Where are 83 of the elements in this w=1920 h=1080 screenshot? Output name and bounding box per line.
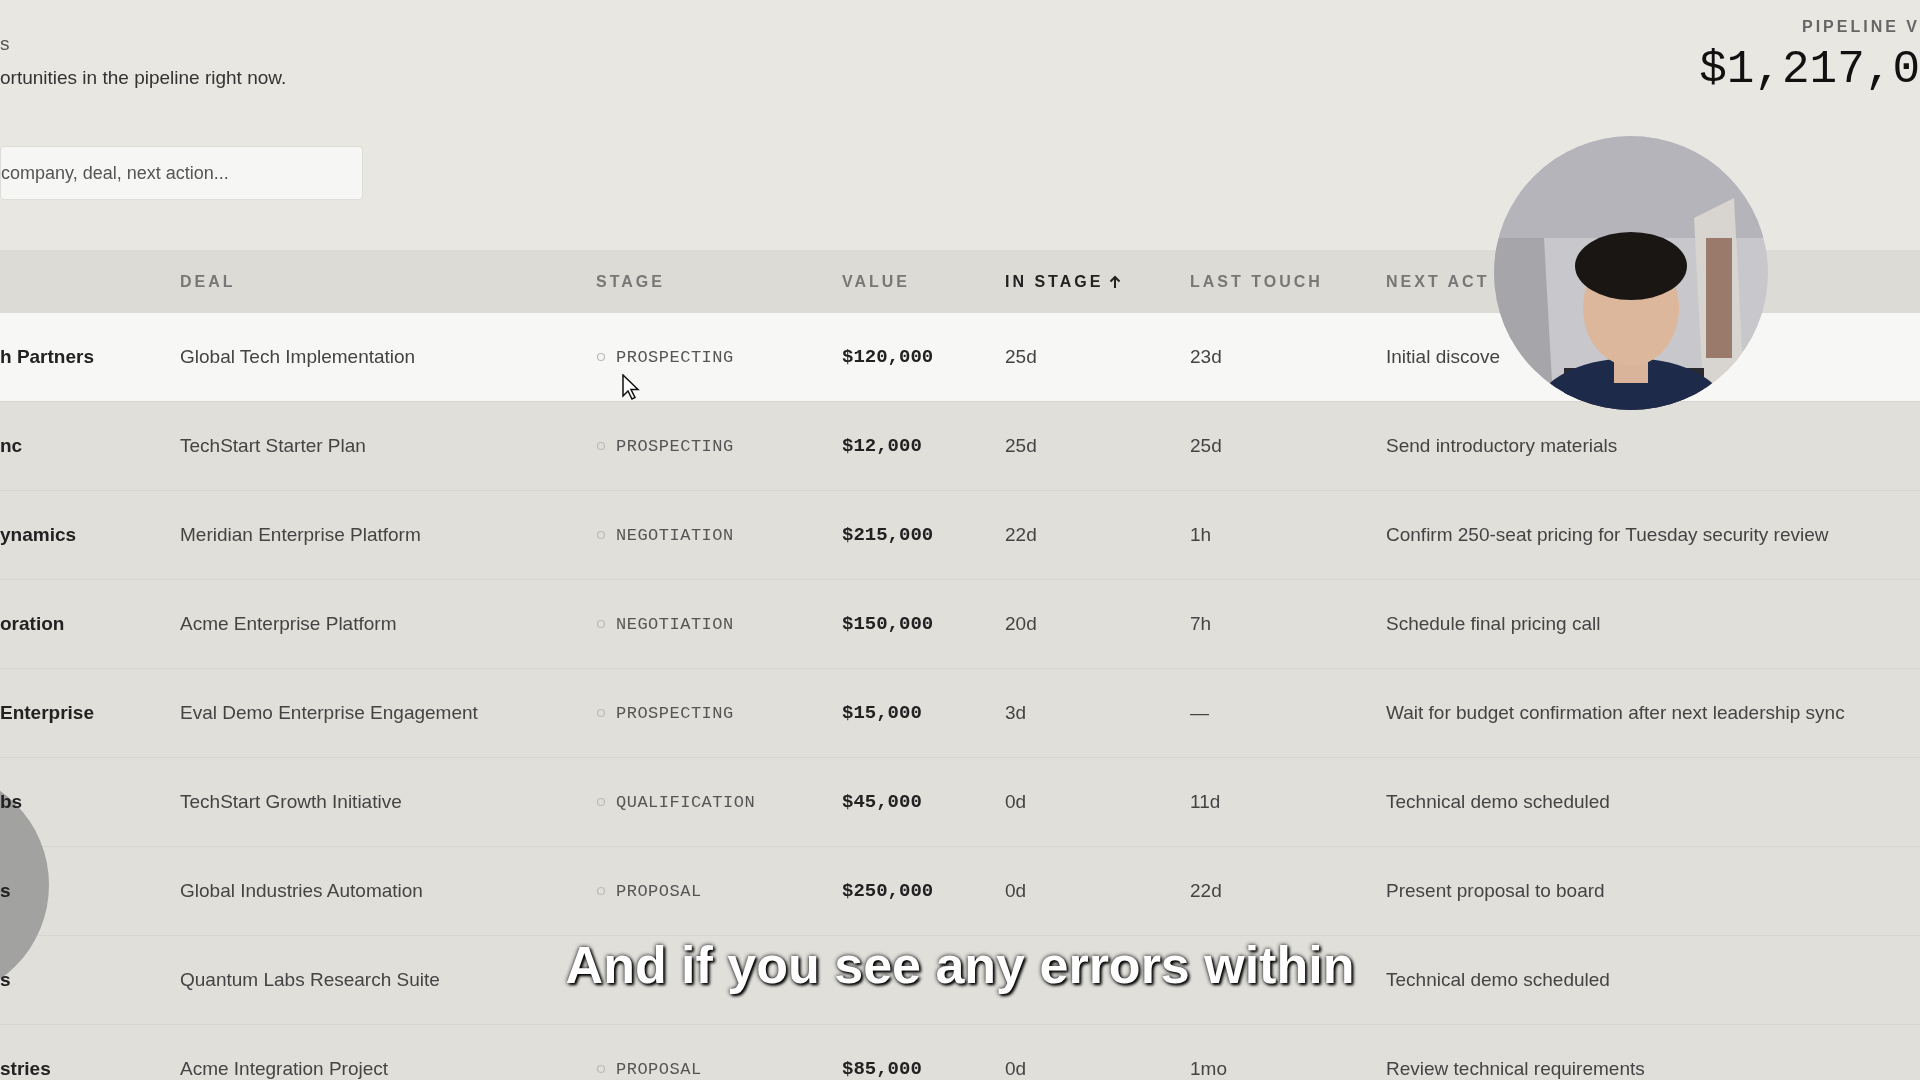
video-caption: And if you see any errors within xyxy=(565,935,1355,995)
deal-cell-text: TechStart Starter Plan xyxy=(180,435,367,457)
company-cell: stries xyxy=(0,1058,51,1080)
company-cell: ynamics xyxy=(0,524,77,546)
stage-dot-icon xyxy=(596,619,606,629)
stage-cell: NEGOTIATION xyxy=(616,525,734,545)
value-cell-text: $15,000 xyxy=(842,702,923,724)
pipeline-value: $1,217,0 xyxy=(1699,44,1920,96)
deal-cell-text: Acme Integration Project xyxy=(180,1058,390,1080)
table-row[interactable]: stries Acme Integration Project PROPOSAL $85,000 0d 1mo Review technical requirements xyxy=(0,1025,1920,1080)
in-stage-cell-text: 3d xyxy=(1005,702,1028,724)
next-action-cell-text: Technical demo scheduled xyxy=(1386,791,1611,813)
table-row[interactable]: bs TechStart Growth Initiative QUALIFICATION $45,000 0d 11d Technical demo scheduled xyxy=(0,758,1920,847)
next-action-cell-text: Send introductory materials xyxy=(1386,435,1619,457)
table-row[interactable]: oration Acme Enterprise Platform NEGOTIATION $150,000 20d 7h Schedule final pricing call xyxy=(0,580,1920,669)
page-subtitle: ortunities in the pipeline right now. xyxy=(0,67,288,89)
value-cell-text: $150,000 xyxy=(842,613,935,635)
company-cell: h Partners xyxy=(0,346,94,368)
table-row[interactable]: Enterprise Eval Demo Enterprise Engagement PROSPECTING $15,000 3d — Wait for budget confirmation after next leadership sync xyxy=(0,669,1920,758)
company-cell: s xyxy=(0,880,11,902)
value-cell-text: $215,000 xyxy=(842,524,935,546)
value-cell-text: $250,000 xyxy=(842,880,935,902)
deal-cell-text: Acme Enterprise Platform xyxy=(180,613,398,635)
deal-cell-text: Global Tech Implementation xyxy=(180,346,417,368)
in-stage-cell-text: 25d xyxy=(1005,346,1038,368)
last-touch-cell-text: 11d xyxy=(1190,791,1222,813)
table-row[interactable]: ynamics Meridian Enterprise Platform NEGOTIATION $215,000 22d 1h Confirm 250-seat pricing for Tuesday security review xyxy=(0,491,1920,580)
in-stage-cell-text: 22d xyxy=(1005,524,1038,546)
stage-dot-icon xyxy=(596,441,606,451)
in-stage-cell-text: 0d xyxy=(1005,1058,1028,1080)
in-stage-cell-text: 25d xyxy=(1005,435,1038,457)
last-touch-cell-text: 7h xyxy=(1190,613,1213,635)
column-header[interactable]: IN STAGE xyxy=(1005,272,1122,291)
deal-cell-text: Global Industries Automation xyxy=(180,880,424,902)
in-stage-cell-text: 0d xyxy=(1005,880,1028,902)
sort-arrow-icon xyxy=(1109,274,1122,289)
company-cell: bs xyxy=(0,791,23,813)
deal-cell-text: TechStart Growth Initiative xyxy=(180,791,403,813)
next-action-cell-text: Schedule final pricing call xyxy=(1386,613,1602,635)
next-action-cell-text: Initial discove xyxy=(1386,346,1502,368)
stage-cell: QUALIFICATION xyxy=(616,792,756,812)
stage-cell: PROSPECTING xyxy=(616,703,734,723)
next-action-cell-text: Review technical requirements xyxy=(1386,1058,1646,1080)
value-cell-text: $12,000 xyxy=(842,435,923,457)
next-action-cell-text: Present proposal to board xyxy=(1386,880,1606,902)
last-touch-cell-text: 23d xyxy=(1190,346,1223,368)
deal-cell-text: Meridian Enterprise Platform xyxy=(180,524,422,546)
in-stage-cell-text: 0d xyxy=(1005,791,1028,813)
stage-cell: PROSPECTING xyxy=(616,436,734,456)
value-cell-text: $45,000 xyxy=(842,791,923,813)
stage-dot-icon xyxy=(596,886,606,896)
next-action-cell-text: Wait for budget confirmation after next leadership sync xyxy=(1386,702,1846,724)
last-touch-cell-text: — xyxy=(1190,702,1210,724)
next-action-cell-text: Confirm 250-seat pricing for Tuesday security review xyxy=(1386,524,1830,546)
stage-cell: PROPOSAL xyxy=(616,1059,702,1079)
last-touch-cell-text: 25d xyxy=(1190,435,1223,457)
in-stage-cell-text: 20d xyxy=(1005,613,1038,635)
company-cell: s xyxy=(0,969,11,991)
search-field[interactable]: company, deal, next action... xyxy=(0,146,363,200)
stage-cell: PROSPECTING xyxy=(616,347,734,367)
stage-cell: NEGOTIATION xyxy=(616,614,734,634)
value-cell-text: $85,000 xyxy=(842,1058,923,1080)
deal-cell-text: Quantum Labs Research Suite xyxy=(180,969,441,991)
last-touch-cell-text: 22d xyxy=(1190,880,1223,902)
page-title: s xyxy=(0,32,11,56)
cursor-icon xyxy=(622,374,640,400)
value-cell-text: $120,000 xyxy=(842,346,935,368)
table-row[interactable]: s Global Industries Automation PROPOSAL $250,000 0d 22d Present proposal to board xyxy=(0,847,1920,936)
company-cell: Enterprise xyxy=(0,702,94,724)
last-touch-cell-text: 1mo xyxy=(1190,1058,1228,1080)
pipeline-label: PIPELINE V xyxy=(1801,18,1920,36)
next-action-cell-text: Technical demo scheduled xyxy=(1386,969,1611,991)
deal-cell-text: Eval Demo Enterprise Engagement xyxy=(180,702,479,724)
stage-dot-icon xyxy=(596,1064,606,1074)
company-cell: oration xyxy=(0,613,65,635)
stage-dot-icon xyxy=(596,797,606,807)
stage-dot-icon xyxy=(596,530,606,540)
table-row[interactable]: nc TechStart Starter Plan PROSPECTING $12,000 25d 25d Send introductory materials xyxy=(0,402,1920,491)
stage-dot-icon xyxy=(596,708,606,718)
stage-dot-icon xyxy=(596,352,606,362)
company-cell: nc xyxy=(0,435,23,457)
stage-cell: PROPOSAL xyxy=(616,881,702,901)
last-touch-cell-text: 1h xyxy=(1190,524,1213,546)
